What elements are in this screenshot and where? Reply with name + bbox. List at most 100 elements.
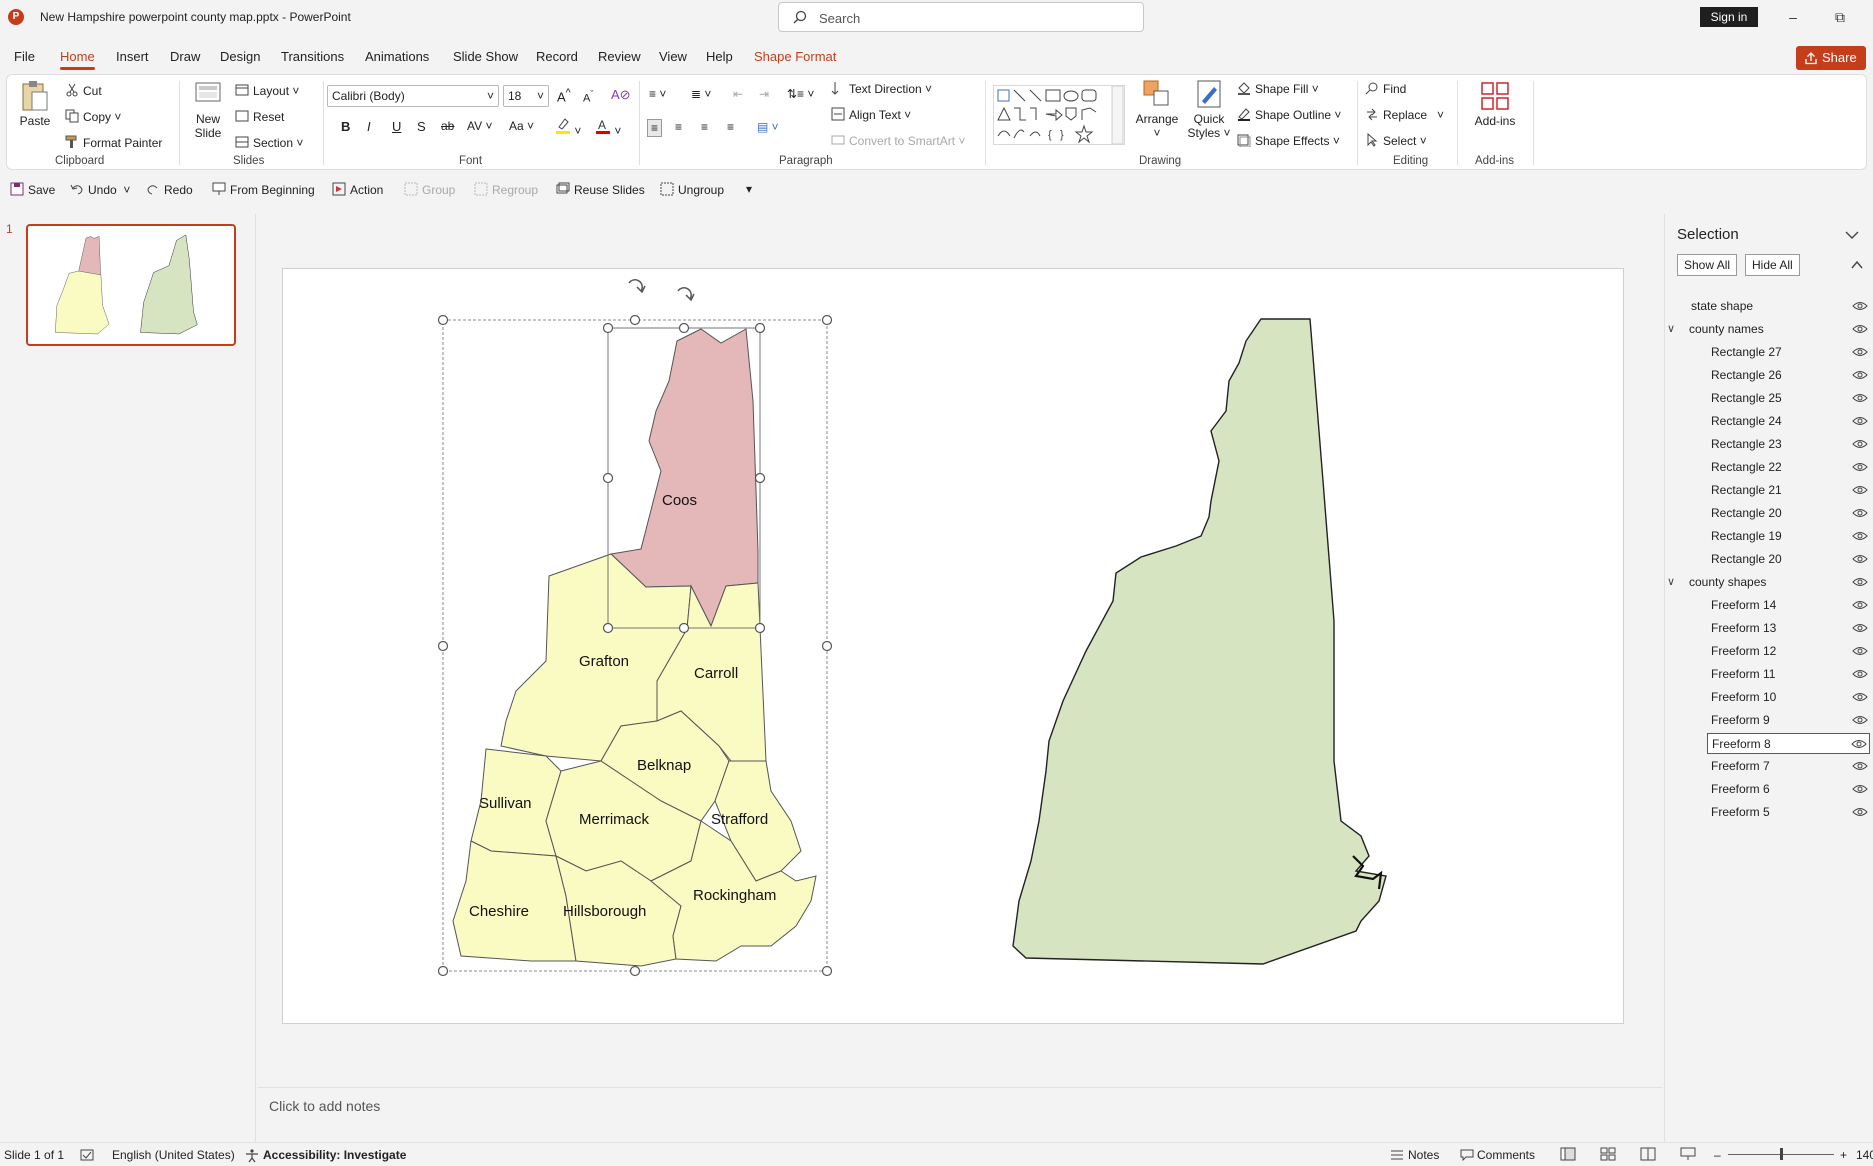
visibility-eye-icon[interactable] <box>1852 346 1868 358</box>
visibility-eye-icon[interactable] <box>1852 783 1868 795</box>
italic-button[interactable]: I <box>367 119 371 134</box>
customize-toolbar-button[interactable]: ▾ <box>746 182 752 196</box>
zoom-out-button[interactable]: – <box>1714 1148 1721 1162</box>
text-direction-button[interactable]: Text Direction ˅ <box>831 81 932 96</box>
visibility-eye-icon[interactable] <box>1852 576 1868 588</box>
shrink-font-button[interactable]: Aˇ <box>583 89 593 105</box>
search-box[interactable]: Search <box>778 2 1144 32</box>
numbering-button[interactable]: ≣ ˅ <box>691 87 711 101</box>
tab-insert[interactable]: Insert <box>116 49 149 64</box>
selection-item[interactable]: Freeform 12 <box>1707 641 1870 662</box>
regroup-button[interactable]: Regroup <box>474 182 538 197</box>
selection-item[interactable]: Freeform 5 <box>1707 802 1870 823</box>
reuse-slides-button[interactable]: Reuse Slides <box>556 182 645 197</box>
character-spacing-button[interactable]: AV ˅ <box>467 119 492 133</box>
selection-item[interactable]: Rectangle 19 <box>1707 526 1870 547</box>
layout-button[interactable]: Layout ˅ <box>235 83 299 98</box>
chevron-down-icon[interactable]: ∨ <box>1667 319 1675 340</box>
tab-design[interactable]: Design <box>220 49 260 64</box>
selection-item[interactable]: Freeform 10 <box>1707 687 1870 708</box>
reading-view-icon[interactable] <box>1640 1147 1656 1161</box>
align-right-button[interactable]: ≡ <box>701 120 708 134</box>
tab-record[interactable]: Record <box>536 49 578 64</box>
bullets-button[interactable]: ≡ ˅ <box>649 87 666 101</box>
visibility-eye-icon[interactable] <box>1852 369 1868 381</box>
tab-review[interactable]: Review <box>598 49 641 64</box>
font-family-combo[interactable]: Calibri (Body) ˅ <box>327 85 499 107</box>
notes-pane[interactable]: Click to add notes <box>257 1087 1663 1143</box>
selection-item[interactable]: Freeform 13 <box>1707 618 1870 639</box>
strikethrough-button[interactable]: ab <box>441 119 454 133</box>
visibility-eye-icon[interactable] <box>1852 415 1868 427</box>
shapes-gallery[interactable]: {} <box>993 85 1125 145</box>
collapse-pane-icon[interactable] <box>1845 230 1859 240</box>
shadow-button[interactable]: S <box>417 119 426 134</box>
shape-effects-button[interactable]: Shape Effects ˅ <box>1237 133 1340 148</box>
slide-show-view-icon[interactable] <box>1680 1147 1696 1161</box>
visibility-eye-icon[interactable] <box>1852 323 1868 335</box>
slide-sorter-icon[interactable] <box>1600 1147 1616 1161</box>
slide-thumbnail[interactable] <box>26 224 236 346</box>
selection-group-item[interactable]: ∨ county names <box>1667 319 1870 340</box>
group-button[interactable]: Group <box>404 182 455 197</box>
visibility-eye-icon[interactable] <box>1852 599 1868 611</box>
restore-button[interactable]: ⧉ <box>1820 6 1860 28</box>
tab-animations[interactable]: Animations <box>365 49 429 64</box>
visibility-eye-icon[interactable] <box>1852 484 1868 496</box>
from-beginning-button[interactable]: From Beginning <box>212 182 315 197</box>
replace-button[interactable]: Replace ˅ <box>1365 107 1444 122</box>
visibility-eye-icon[interactable] <box>1851 738 1867 750</box>
shape-outline-button[interactable]: Shape Outline ˅ <box>1237 107 1341 122</box>
chevron-down-icon[interactable]: ∨ <box>1667 572 1675 593</box>
font-color-button[interactable]: A ˅ <box>595 117 621 138</box>
visibility-eye-icon[interactable] <box>1852 300 1868 312</box>
columns-button[interactable]: ▤ ˅ <box>757 120 779 134</box>
ungroup-button[interactable]: Ungroup <box>660 182 724 197</box>
sign-in-button[interactable]: Sign in <box>1700 7 1758 27</box>
bring-forward-icon[interactable] <box>1851 260 1863 270</box>
cut-button[interactable]: Cut <box>65 83 102 98</box>
section-button[interactable]: Section ˅ <box>235 135 303 150</box>
show-all-button[interactable]: Show All <box>1677 254 1738 276</box>
selection-item[interactable]: Rectangle 20 <box>1707 549 1870 570</box>
underline-button[interactable]: U <box>392 119 401 134</box>
paste-button[interactable]: Paste <box>17 79 53 128</box>
share-button[interactable]: Share <box>1796 46 1866 70</box>
minimize-button[interactable]: – <box>1773 6 1813 28</box>
arrange-button[interactable]: Arrange ˅ <box>1133 79 1181 140</box>
action-button[interactable]: Action <box>332 182 383 197</box>
font-size-combo[interactable]: 18 ˅ <box>503 85 549 107</box>
visibility-eye-icon[interactable] <box>1852 691 1868 703</box>
rotate-handle-icon[interactable] <box>628 279 646 294</box>
visibility-eye-icon[interactable] <box>1852 622 1868 634</box>
slide[interactable]: Coos Grafton Carroll Belknap Sullivan Me… <box>282 268 1624 1024</box>
select-button[interactable]: Select ˅ <box>1365 133 1427 148</box>
change-case-button[interactable]: Aa ˅ <box>509 119 534 133</box>
tab-home[interactable]: Home <box>60 49 95 70</box>
align-left-button[interactable]: ≡ <box>647 119 663 137</box>
shape-fill-button[interactable]: Shape Fill ˅ <box>1237 81 1319 96</box>
selection-item[interactable]: Rectangle 20 <box>1707 503 1870 524</box>
visibility-eye-icon[interactable] <box>1852 668 1868 680</box>
visibility-eye-icon[interactable] <box>1852 714 1868 726</box>
language-indicator[interactable]: English (United States) <box>112 1148 235 1162</box>
new-slide-button[interactable]: New Slide <box>187 79 229 140</box>
visibility-eye-icon[interactable] <box>1852 392 1868 404</box>
visibility-eye-icon[interactable] <box>1852 530 1868 542</box>
visibility-eye-icon[interactable] <box>1852 645 1868 657</box>
tab-view[interactable]: View <box>659 49 687 64</box>
selection-item[interactable]: Rectangle 22 <box>1707 457 1870 478</box>
align-center-button[interactable]: ≡ <box>675 120 682 134</box>
rotate-handle-icon[interactable] <box>677 287 695 302</box>
selection-item[interactable]: Rectangle 23 <box>1707 434 1870 455</box>
selection-item[interactable]: state shape <box>1677 296 1870 317</box>
selection-item[interactable]: Freeform 6 <box>1707 779 1870 800</box>
format-painter-button[interactable]: Format Painter <box>65 135 162 150</box>
accessibility-status[interactable]: Accessibility: Investigate <box>263 1148 406 1162</box>
visibility-eye-icon[interactable] <box>1852 553 1868 565</box>
quick-styles-button[interactable]: Quick Styles ˅ <box>1185 79 1233 140</box>
tab-transitions[interactable]: Transitions <box>281 49 344 64</box>
tab-file[interactable]: File <box>14 49 35 64</box>
tab-draw[interactable]: Draw <box>170 49 200 64</box>
zoom-slider-thumb[interactable] <box>1780 1148 1783 1160</box>
